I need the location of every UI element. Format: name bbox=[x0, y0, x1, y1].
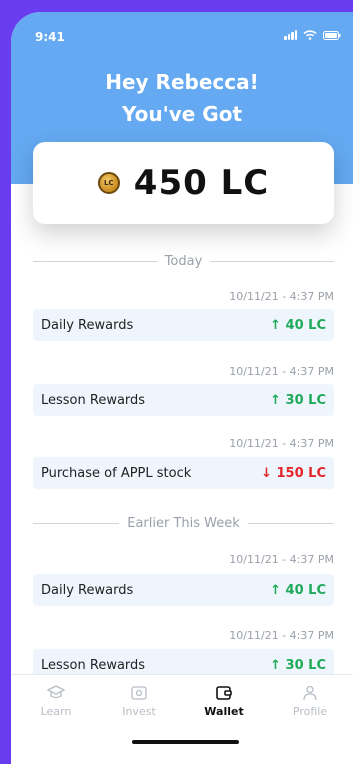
tab-label: Invest bbox=[122, 705, 156, 718]
transaction-row[interactable]: Daily Rewards ↑ 40 LC bbox=[33, 309, 334, 341]
transaction-timestamp: 10/11/21 - 4:37 PM bbox=[229, 437, 334, 450]
tab-label: Profile bbox=[292, 705, 328, 718]
transaction-label: Daily Rewards bbox=[41, 582, 134, 598]
transaction-amount: ↑ 30 LC bbox=[270, 392, 326, 408]
transaction-label: Lesson Rewards bbox=[41, 657, 146, 673]
status-bar: 9:41 bbox=[11, 30, 353, 48]
tab-label: Learn bbox=[40, 705, 72, 718]
transaction-label: Purchase of APPL stock bbox=[41, 465, 192, 481]
wallet-icon bbox=[216, 686, 232, 700]
tab-learn[interactable]: Learn bbox=[21, 685, 91, 718]
section-header-today: Today bbox=[33, 254, 335, 269]
signal-icon bbox=[284, 30, 297, 40]
home-indicator bbox=[132, 740, 239, 744]
balance-card: LC 450 LC bbox=[33, 142, 334, 224]
transaction-timestamp: 10/11/21 - 4:37 PM bbox=[229, 629, 334, 642]
tab-profile[interactable]: Profile bbox=[275, 685, 345, 718]
transaction-amount: ↓ 150 LC bbox=[261, 465, 326, 481]
transaction-timestamp: 10/11/21 - 4:37 PM bbox=[229, 553, 334, 566]
transaction-amount: ↑ 30 LC bbox=[270, 657, 326, 673]
battery-icon bbox=[323, 30, 341, 40]
user-icon bbox=[303, 685, 317, 701]
transaction-timestamp: 10/11/21 - 4:37 PM bbox=[229, 365, 334, 378]
section-title: Earlier This Week bbox=[127, 516, 240, 531]
wifi-icon bbox=[303, 30, 317, 40]
transaction-row[interactable]: Daily Rewards ↑ 40 LC bbox=[33, 574, 334, 606]
tab-label: Wallet bbox=[204, 705, 244, 718]
section-title: Today bbox=[164, 254, 203, 269]
tab-bar: Learn Invest Wallet Profile bbox=[11, 674, 353, 764]
tab-invest[interactable]: Invest bbox=[104, 685, 174, 718]
tab-wallet[interactable]: Wallet bbox=[189, 685, 259, 718]
greeting: Hey Rebecca! You've Got bbox=[11, 66, 353, 130]
transaction-timestamp: 10/11/21 - 4:37 PM bbox=[229, 290, 334, 303]
balance-value: 450 LC bbox=[133, 163, 270, 203]
transaction-row[interactable]: Lesson Rewards ↑ 30 LC bbox=[33, 384, 334, 416]
phone-screen: 9:41 Hey Rebecca! You've Got LC 450 LC T… bbox=[11, 12, 353, 764]
status-time: 9:41 bbox=[35, 30, 65, 44]
transaction-row[interactable]: Purchase of APPL stock ↓ 150 LC bbox=[33, 457, 334, 489]
section-header-earlier-this-week: Earlier This Week bbox=[33, 516, 335, 531]
transaction-label: Lesson Rewards bbox=[41, 392, 146, 408]
coin-icon: LC bbox=[97, 172, 120, 194]
greeting-line-2: You've Got bbox=[121, 102, 243, 126]
transaction-amount: ↑ 40 LC bbox=[270, 582, 326, 598]
transaction-amount: ↑ 40 LC bbox=[270, 317, 326, 333]
wallet-box-icon bbox=[131, 686, 147, 700]
status-icons bbox=[284, 30, 341, 40]
greeting-line-1: Hey Rebecca! bbox=[105, 70, 259, 94]
transaction-label: Daily Rewards bbox=[41, 317, 134, 333]
graduation-cap-icon bbox=[47, 685, 65, 699]
